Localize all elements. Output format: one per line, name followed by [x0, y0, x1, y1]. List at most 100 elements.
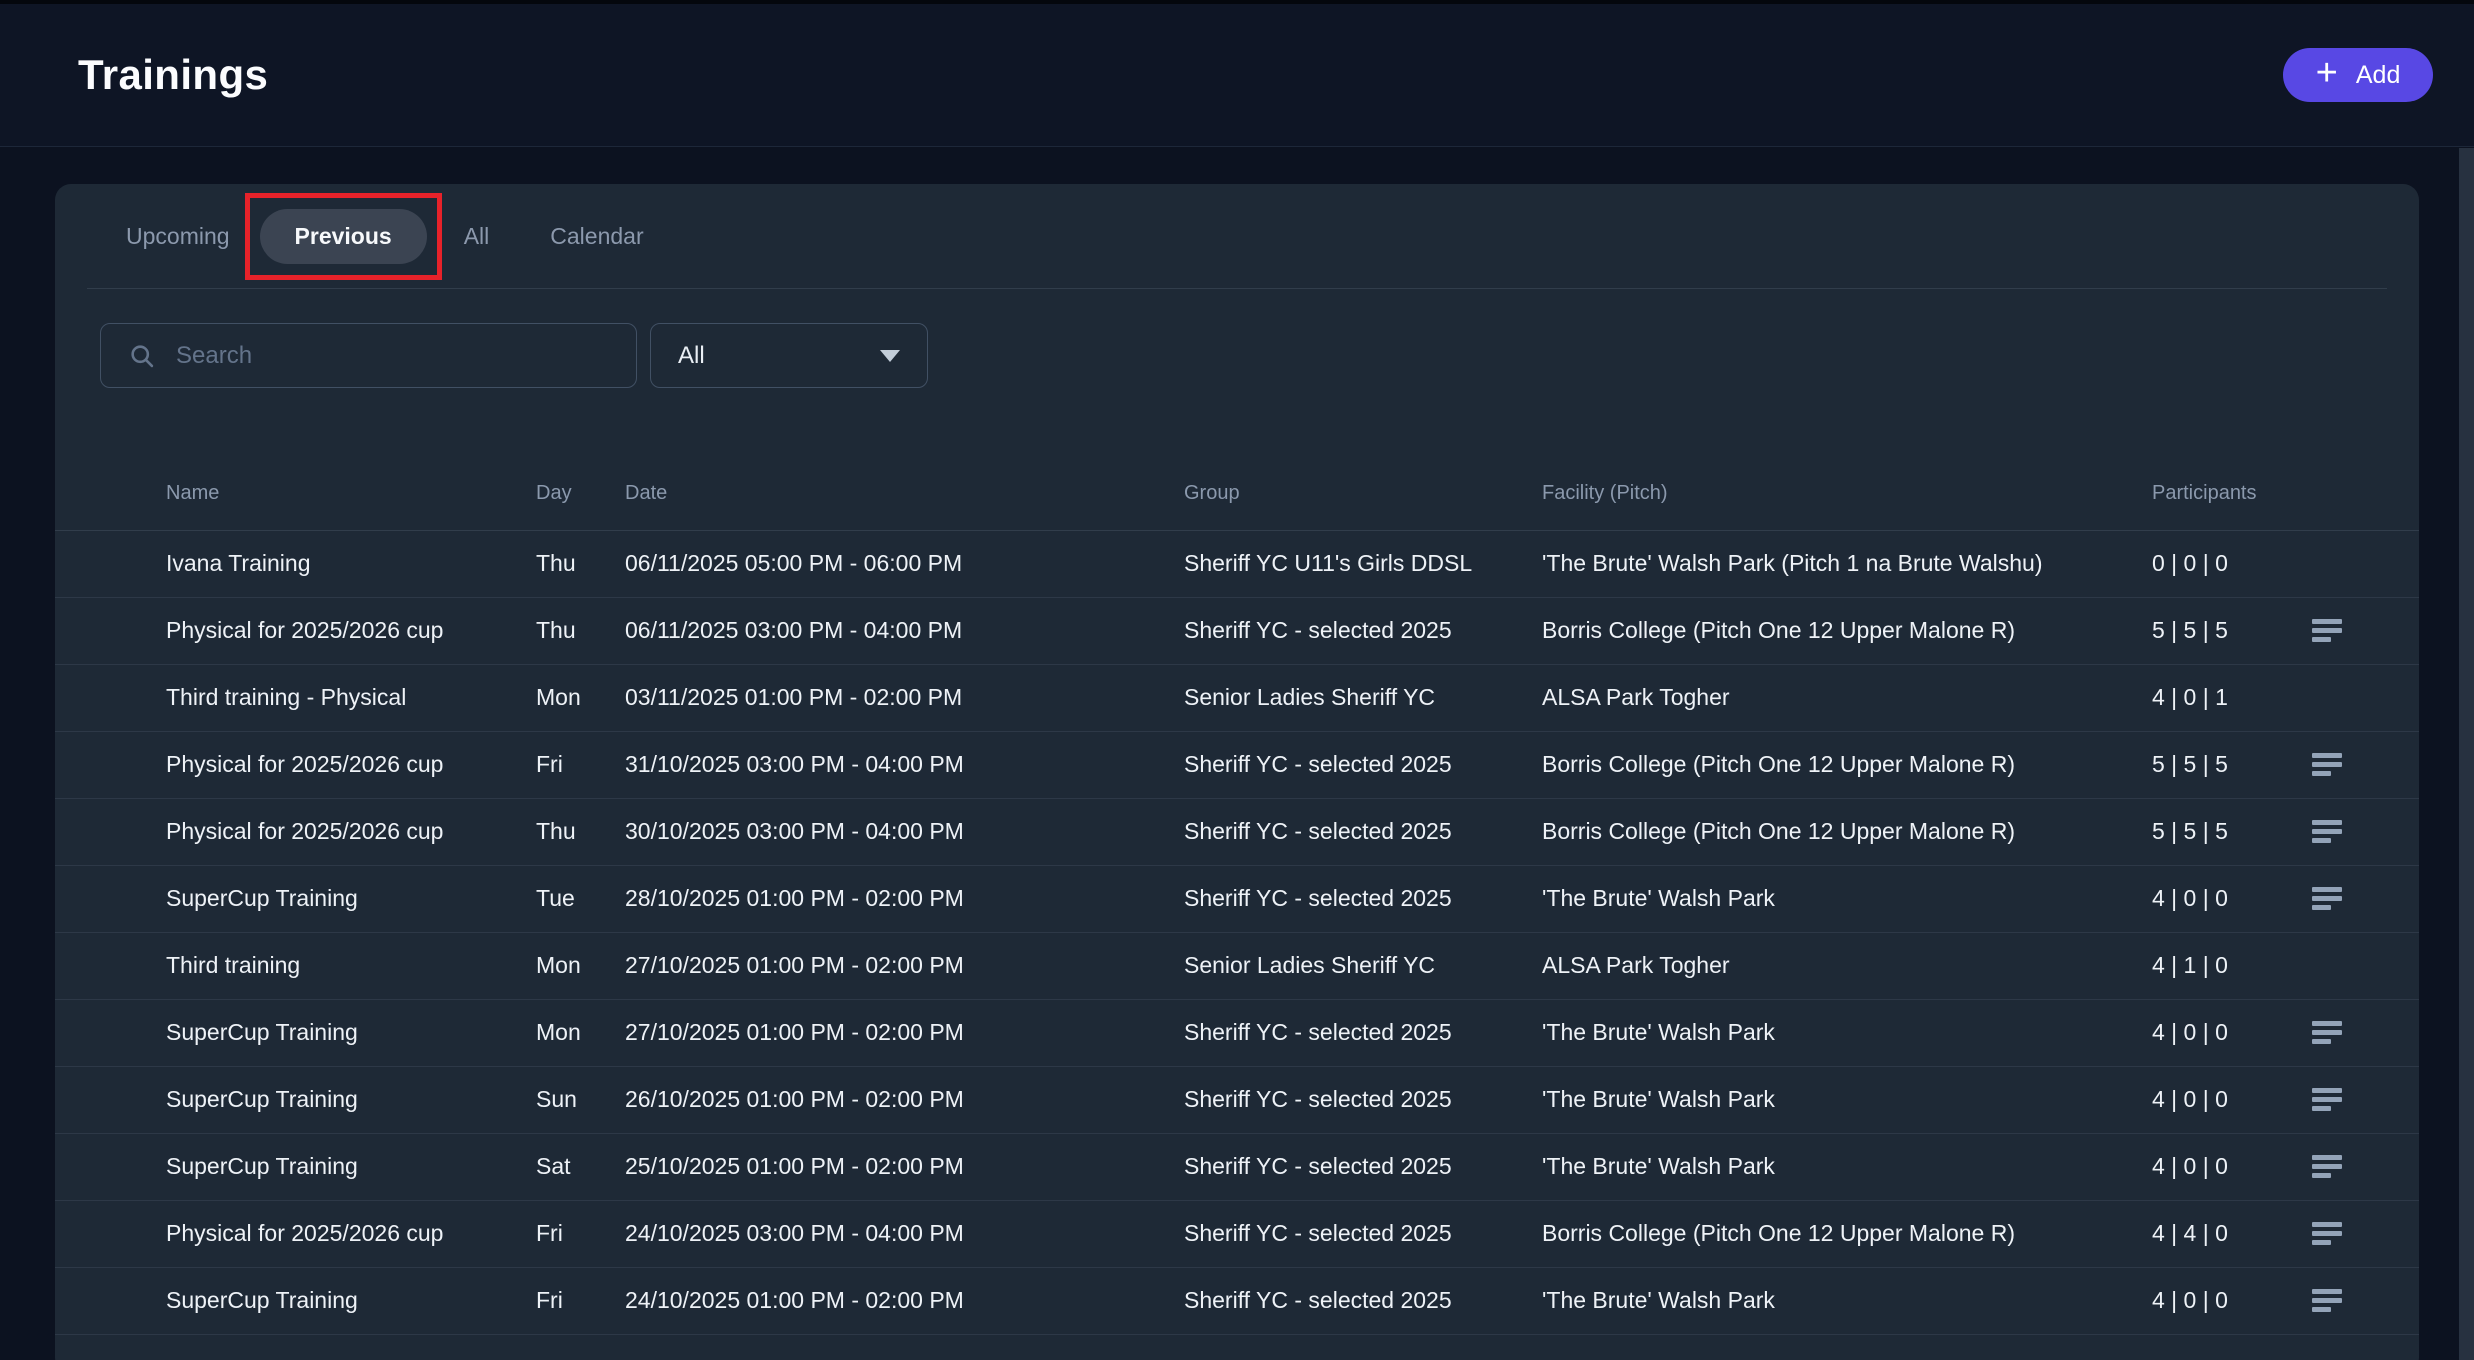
cell-facility: Borris College (Pitch One 12 Upper Malon…: [1542, 731, 2152, 798]
table-row[interactable]: Physical for 2025/2026 cup Fri 31/10/202…: [55, 731, 2419, 798]
cell-facility: ALSA Park Togher: [1542, 932, 2152, 999]
cell-name: SuperCup Training: [55, 865, 536, 932]
cell-actions: [2312, 731, 2419, 798]
tab-all[interactable]: All: [464, 213, 490, 260]
cell-participants: 4 | 0 | 0: [2152, 1133, 2312, 1200]
cell-actions: [2312, 999, 2419, 1066]
group-filter-dropdown[interactable]: All: [650, 323, 928, 388]
cell-name: SuperCup Training: [55, 1267, 536, 1334]
notes-icon[interactable]: [2312, 1222, 2342, 1245]
column-header-facility: Facility (Pitch): [1542, 458, 2152, 530]
table-row[interactable]: Physical for 2025/2026 cup Thu 06/11/202…: [55, 597, 2419, 664]
cell-facility: Borris College (Pitch One 12 Upper Malon…: [1542, 798, 2152, 865]
notes-icon[interactable]: [2312, 1155, 2342, 1178]
table-body: Ivana Training Thu 06/11/2025 05:00 PM -…: [55, 530, 2419, 1334]
cell-day: Fri: [536, 731, 625, 798]
cell-group: Sheriff YC U11's Girls DDSL: [1184, 530, 1542, 597]
page-title: Trainings: [78, 51, 268, 99]
notes-icon[interactable]: [2312, 1088, 2342, 1111]
table-row[interactable]: Third training Mon 27/10/2025 01:00 PM -…: [55, 932, 2419, 999]
column-header-actions: [2312, 458, 2419, 530]
table-row[interactable]: Physical for 2025/2026 cup Fri 24/10/202…: [55, 1200, 2419, 1267]
cell-name: Third training: [55, 932, 536, 999]
cell-name: SuperCup Training: [55, 999, 536, 1066]
column-header-participants: Participants: [2152, 458, 2312, 530]
cell-participants: 5 | 5 | 5: [2152, 798, 2312, 865]
cell-participants: 5 | 5 | 5: [2152, 731, 2312, 798]
cell-date: 28/10/2025 01:00 PM - 02:00 PM: [625, 865, 1184, 932]
cell-day: Sat: [536, 1133, 625, 1200]
cell-group: Sheriff YC - selected 2025: [1184, 1200, 1542, 1267]
table-row[interactable]: SuperCup Training Sun 26/10/2025 01:00 P…: [55, 1066, 2419, 1133]
cell-name: Physical for 2025/2026 cup: [55, 1200, 536, 1267]
notes-icon[interactable]: [2312, 1021, 2342, 1044]
cell-facility: 'The Brute' Walsh Park: [1542, 1133, 2152, 1200]
cell-day: Mon: [536, 664, 625, 731]
trainings-table: Name Day Date Group Facility (Pitch) Par…: [55, 458, 2419, 1335]
cell-facility: 'The Brute' Walsh Park: [1542, 999, 2152, 1066]
table-row[interactable]: SuperCup Training Mon 27/10/2025 01:00 P…: [55, 999, 2419, 1066]
cell-facility: Borris College (Pitch One 12 Upper Malon…: [1542, 1200, 2152, 1267]
cell-date: 27/10/2025 01:00 PM - 02:00 PM: [625, 999, 1184, 1066]
table-header: Name Day Date Group Facility (Pitch) Par…: [55, 458, 2419, 530]
notes-icon[interactable]: [2312, 887, 2342, 910]
annotation-red-box: Previous: [245, 193, 442, 280]
cell-group: Sheriff YC - selected 2025: [1184, 999, 1542, 1066]
cell-group: Sheriff YC - selected 2025: [1184, 597, 1542, 664]
tab-previous[interactable]: Previous: [260, 209, 427, 264]
search-input[interactable]: [176, 342, 596, 370]
tabs-divider: [87, 288, 2387, 289]
cell-participants: 4 | 0 | 0: [2152, 999, 2312, 1066]
add-button[interactable]: + Add: [2283, 48, 2433, 102]
cell-actions: [2312, 1267, 2419, 1334]
cell-participants: 5 | 5 | 5: [2152, 597, 2312, 664]
cell-date: 31/10/2025 03:00 PM - 04:00 PM: [625, 731, 1184, 798]
table-row[interactable]: SuperCup Training Fri 24/10/2025 01:00 P…: [55, 1267, 2419, 1334]
notes-icon[interactable]: [2312, 820, 2342, 843]
cell-group: Senior Ladies Sheriff YC: [1184, 932, 1542, 999]
tab-upcoming[interactable]: Upcoming: [126, 213, 230, 260]
cell-group: Sheriff YC - selected 2025: [1184, 731, 1542, 798]
vertical-scrollbar[interactable]: [2459, 148, 2474, 1360]
dropdown-selected-value: All: [678, 342, 705, 370]
table-row[interactable]: Third training - Physical Mon 03/11/2025…: [55, 664, 2419, 731]
cell-day: Mon: [536, 932, 625, 999]
table-row[interactable]: SuperCup Training Tue 28/10/2025 01:00 P…: [55, 865, 2419, 932]
search-box[interactable]: [100, 323, 637, 388]
cell-date: 24/10/2025 03:00 PM - 04:00 PM: [625, 1200, 1184, 1267]
cell-group: Sheriff YC - selected 2025: [1184, 798, 1542, 865]
cell-name: Physical for 2025/2026 cup: [55, 597, 536, 664]
table-row[interactable]: Physical for 2025/2026 cup Thu 30/10/202…: [55, 798, 2419, 865]
cell-group: Sheriff YC - selected 2025: [1184, 1133, 1542, 1200]
cell-date: 26/10/2025 01:00 PM - 02:00 PM: [625, 1066, 1184, 1133]
table-row[interactable]: Ivana Training Thu 06/11/2025 05:00 PM -…: [55, 530, 2419, 597]
cell-name: SuperCup Training: [55, 1133, 536, 1200]
cell-actions: [2312, 664, 2419, 731]
notes-icon[interactable]: [2312, 1289, 2342, 1312]
cell-date: 24/10/2025 01:00 PM - 02:00 PM: [625, 1267, 1184, 1334]
cell-participants: 4 | 1 | 0: [2152, 932, 2312, 999]
cell-participants: 4 | 0 | 1: [2152, 664, 2312, 731]
table-row[interactable]: SuperCup Training Sat 25/10/2025 01:00 P…: [55, 1133, 2419, 1200]
cell-actions: [2312, 1200, 2419, 1267]
cell-actions: [2312, 798, 2419, 865]
chevron-down-icon: [880, 350, 900, 362]
cell-facility: 'The Brute' Walsh Park: [1542, 1267, 2152, 1334]
filters-row: All: [100, 323, 2419, 388]
cell-date: 03/11/2025 01:00 PM - 02:00 PM: [625, 664, 1184, 731]
cell-day: Tue: [536, 865, 625, 932]
cell-actions: [2312, 1066, 2419, 1133]
cell-day: Fri: [536, 1267, 625, 1334]
cell-actions: [2312, 932, 2419, 999]
cell-participants: 0 | 0 | 0: [2152, 530, 2312, 597]
column-header-name: Name: [55, 458, 536, 530]
notes-icon[interactable]: [2312, 753, 2342, 776]
cell-group: Sheriff YC - selected 2025: [1184, 865, 1542, 932]
tab-calendar[interactable]: Calendar: [550, 213, 643, 260]
cell-day: Thu: [536, 798, 625, 865]
notes-icon[interactable]: [2312, 619, 2342, 642]
cell-name: Physical for 2025/2026 cup: [55, 798, 536, 865]
cell-day: Sun: [536, 1066, 625, 1133]
cell-name: Ivana Training: [55, 530, 536, 597]
cell-day: Mon: [536, 999, 625, 1066]
